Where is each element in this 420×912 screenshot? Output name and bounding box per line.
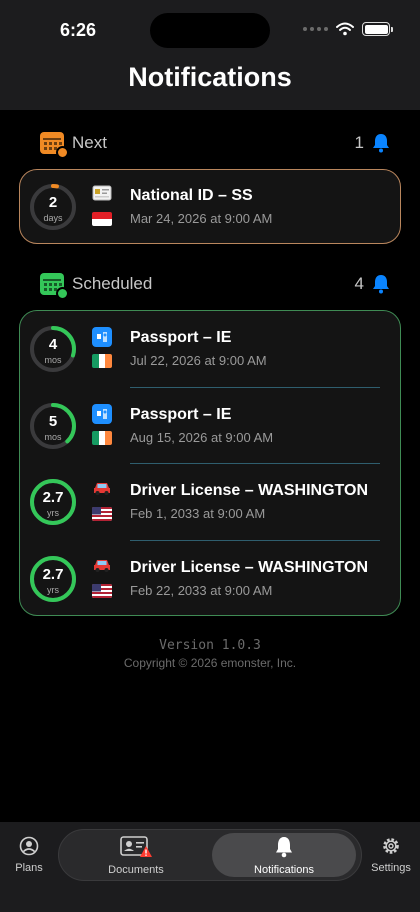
notification-title: Passport – IE (130, 405, 232, 423)
id-card-warning-icon (120, 836, 152, 857)
page-title: Notifications (128, 62, 292, 92)
scheduled-section-label: Scheduled (72, 274, 153, 293)
tab-settings-label: Settings (371, 862, 411, 874)
dynamic-island (150, 13, 270, 48)
person-circle-icon (19, 836, 39, 856)
countdown-number: 2.7 (42, 565, 64, 583)
notification-title: Driver License – WASHINGTON (130, 482, 368, 500)
notification-title: Passport – IE (130, 329, 232, 347)
us-flag-icon (92, 583, 112, 598)
next-card: 2 days National ID – SS Mar 24, 2026 at 9:0… (19, 169, 401, 244)
countdown-ring: 2 days (28, 182, 78, 232)
calendar-clock-icon (40, 132, 69, 159)
countdown-number: 4 (48, 336, 58, 354)
car-icon (92, 480, 112, 496)
notification-date: Mar 24, 2026 at 9:00 AM (130, 210, 273, 226)
scheduled-section-header: Scheduled 4 (40, 273, 390, 300)
tab-settings[interactable]: Settings (366, 836, 416, 874)
tab-notifications[interactable]: Notifications (212, 836, 356, 876)
countdown-unit: days (43, 212, 63, 223)
passport-icon (92, 327, 112, 348)
id-card-icon (92, 185, 112, 201)
countdown-ring: 2.7 yrs (28, 477, 78, 527)
countdown-number: 5 (48, 412, 58, 430)
scheduled-count: 4 (354, 274, 364, 293)
wifi-icon (336, 22, 354, 36)
car-icon (92, 557, 112, 573)
gear-icon (383, 838, 399, 854)
ireland-flag-icon (92, 430, 112, 445)
status-icons (303, 22, 393, 36)
status-time: 6:26 (60, 20, 97, 40)
tab-documents-label: Documents (108, 864, 164, 876)
us-flag-icon (92, 507, 112, 522)
passport-icon (92, 403, 112, 424)
tab-notifications-label: Notifications (254, 864, 314, 876)
notification-date: Aug 15, 2026 at 9:00 AM (130, 429, 274, 445)
countdown-unit: yrs (47, 584, 59, 595)
countdown-number: 2 (48, 193, 58, 211)
notification-date: Feb 1, 2033 at 9:00 AM (130, 506, 266, 522)
next-count: 1 (354, 133, 364, 152)
notification-row[interactable]: 2.7 yrs Driver License – WASHINGTON Feb 1, … (20, 464, 400, 541)
countdown-number: 2.7 (42, 489, 64, 507)
countdown-ring: 4 mos (28, 324, 78, 374)
notification-row[interactable]: 4 mos Passport – IE Jul 22, 2026 at 9:00 AM (20, 311, 400, 388)
notification-date: Jul 22, 2026 at 9:00 AM (130, 353, 267, 369)
copyright-text: Copyright © 2026 emonster, Inc. (123, 656, 297, 670)
countdown-ring: 5 mos (28, 401, 78, 451)
tab-plans-label: Plans (15, 862, 43, 874)
notification-row[interactable]: 2 days National ID – SS Mar 24, 2026 at 9:0… (20, 170, 400, 243)
notification-date: Feb 22, 2033 at 9:00 AM (130, 582, 273, 598)
battery-icon (362, 22, 393, 36)
bell-icon (373, 275, 389, 294)
scheduled-card: 4 mos Passport – IE Jul 22, 2026 at 9:00 AM… (19, 310, 401, 616)
cellular-dots-icon (303, 27, 328, 31)
notification-row[interactable]: 2.7 yrs Driver License – WASHINGTON Feb 22,… (20, 541, 400, 618)
header-bar: 6:26 Notifications (0, 0, 420, 110)
bell-fill-icon (276, 837, 292, 858)
indonesia-flag-icon (92, 211, 112, 226)
countdown-unit: mos (44, 431, 62, 442)
countdown-ring: 2.7 yrs (28, 554, 78, 604)
tab-plans[interactable]: Plans (8, 836, 50, 874)
bell-icon (373, 134, 389, 153)
countdown-unit: mos (44, 355, 62, 366)
tab-bar: Plans Documents Notifications Settings (0, 822, 420, 912)
countdown-unit: yrs (47, 508, 59, 519)
notification-title: Driver License – WASHINGTON (130, 558, 368, 576)
calendar-check-icon (40, 273, 69, 300)
notification-row[interactable]: 5 mos Passport – IE Aug 15, 2026 at 9:00 AM (20, 388, 400, 464)
version-text: Version 1.0.3 (159, 638, 261, 653)
next-section-label: Next (72, 133, 107, 152)
notification-title: National ID – SS (130, 186, 253, 204)
tab-documents[interactable]: Documents (96, 836, 176, 876)
ireland-flag-icon (92, 354, 112, 369)
next-section-header: Next 1 (40, 132, 390, 159)
